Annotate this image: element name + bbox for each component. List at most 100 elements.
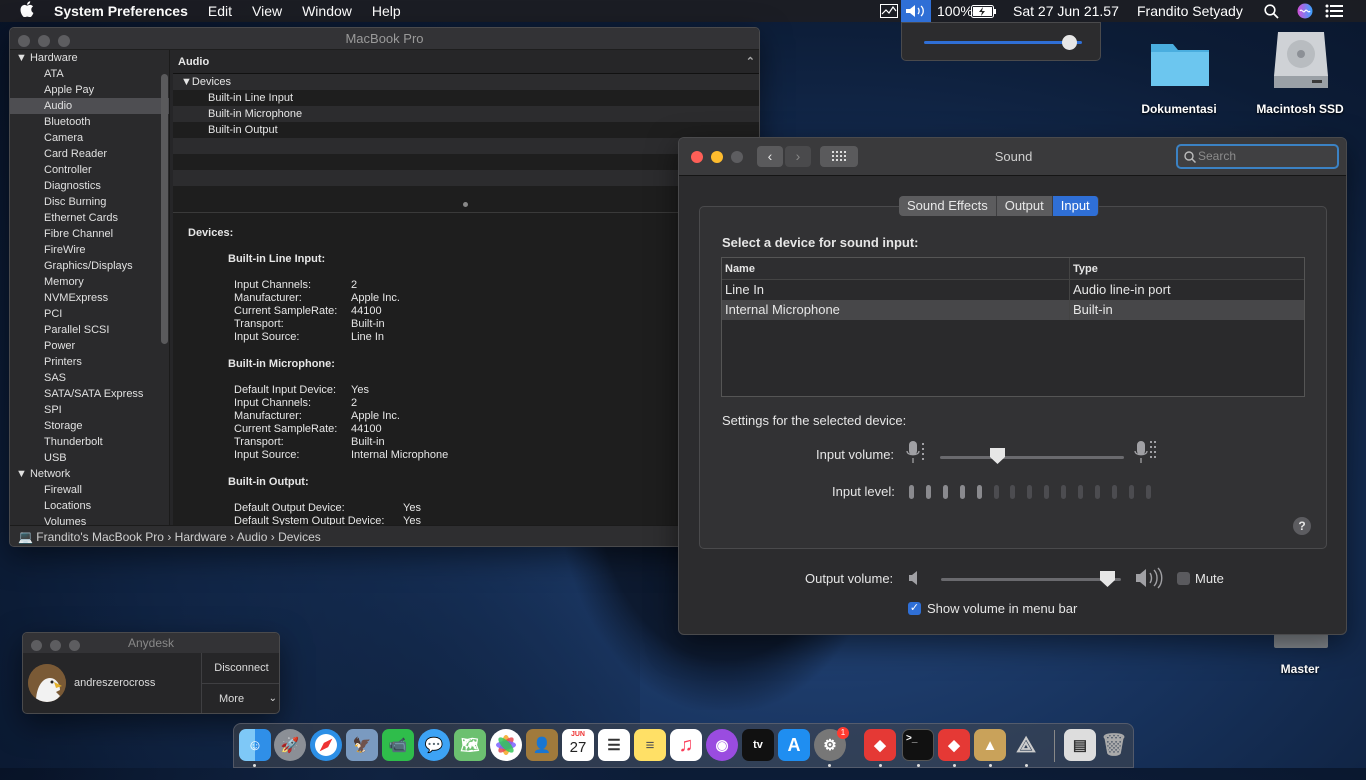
master-drive-icon[interactable] <box>1274 634 1328 648</box>
sidebar-item[interactable]: Card Reader <box>10 146 169 162</box>
tree-item[interactable]: Built-in Line Input <box>173 90 759 106</box>
sidebar-item[interactable]: Storage <box>10 418 169 434</box>
sidebar-item[interactable]: FireWire <box>10 242 169 258</box>
column-type[interactable]: Type <box>1070 258 1098 279</box>
tab-output[interactable]: Output <box>996 196 1053 216</box>
sidebar-item[interactable]: Audio <box>10 98 169 114</box>
master-label[interactable]: Master <box>1260 662 1340 676</box>
battery-icon[interactable] <box>971 0 997 22</box>
menu-view[interactable]: View <box>242 3 292 19</box>
split-handle-icon[interactable] <box>463 202 468 207</box>
macintosh-ssd-drive-icon[interactable] <box>1272 30 1330 95</box>
finder-icon[interactable]: ☺ <box>239 729 271 761</box>
app-store-icon[interactable]: A <box>778 729 810 761</box>
volume-popup-slider-knob[interactable] <box>1062 35 1078 50</box>
tab-input[interactable]: Input <box>1052 196 1099 216</box>
sidebar-item[interactable]: Fibre Channel <box>10 226 169 242</box>
menu-edit[interactable]: Edit <box>198 3 242 19</box>
close-button[interactable] <box>18 35 30 47</box>
directory-utility-icon[interactable]: ⟁ <box>1010 729 1042 761</box>
app-menu-system-preferences[interactable]: System Preferences <box>44 3 198 19</box>
menu-window[interactable]: Window <box>292 3 362 19</box>
disclosure-triangle-icon[interactable]: ▼ <box>181 76 192 88</box>
disclosure-triangle-icon[interactable]: ▼ <box>16 52 30 64</box>
tab-sound-effects[interactable]: Sound Effects <box>899 196 997 216</box>
sidebar-item[interactable]: Power <box>10 338 169 354</box>
sidebar-item[interactable]: Bluetooth <box>10 114 169 130</box>
output-volume-slider-knob[interactable] <box>1099 571 1115 587</box>
show-volume-checkbox[interactable]: ✓ <box>908 602 921 615</box>
collapse-chevron-icon[interactable]: ⌃ <box>746 50 755 74</box>
help-button[interactable]: ? <box>1293 517 1311 535</box>
sidebar-item[interactable]: Diagnostics <box>10 178 169 194</box>
spotlight-search-icon[interactable] <box>1264 0 1279 22</box>
sidebar-item[interactable]: USB <box>10 450 169 466</box>
input-volume-slider-knob[interactable] <box>990 448 1006 464</box>
apple-menu-icon[interactable] <box>0 0 44 22</box>
search-input[interactable]: Search <box>1176 144 1339 169</box>
sidebar-item[interactable]: Disc Burning <box>10 194 169 210</box>
music-icon[interactable]: ♫ <box>670 729 702 761</box>
menu-clock[interactable]: Sat 27 Jun 21.57 <box>1013 0 1119 22</box>
sidebar-item[interactable]: Apple Pay <box>10 82 169 98</box>
downloads-stack-icon[interactable]: ▤ <box>1064 729 1096 761</box>
calendar-icon[interactable]: JUN 27 <box>562 729 594 761</box>
sidebar-item[interactable]: Memory <box>10 274 169 290</box>
sidebar-item[interactable]: Camera <box>10 130 169 146</box>
anydesk-client-icon[interactable]: ◆ <box>938 729 970 761</box>
tree-root-devices[interactable]: ▼Devices <box>173 74 759 90</box>
facetime-icon[interactable]: 📹 <box>382 729 414 761</box>
sidebar-item[interactable]: Printers <box>10 354 169 370</box>
notification-center-icon[interactable] <box>1325 0 1343 22</box>
terminal-icon[interactable]: >_ <box>902 729 934 761</box>
disclosure-triangle-icon[interactable]: ▼ <box>16 468 30 480</box>
launchpad-icon[interactable]: 🚀 <box>274 729 306 761</box>
tree-item[interactable]: Built-in Microphone <box>173 106 759 122</box>
sidebar-item[interactable]: Controller <box>10 162 169 178</box>
mute-checkbox[interactable] <box>1177 572 1190 585</box>
breadcrumb-item[interactable]: Hardware <box>175 530 227 544</box>
photos-icon[interactable] <box>490 729 522 761</box>
volume-menu-icon[interactable] <box>901 0 931 22</box>
anydesk-dock-icon[interactable]: ◆ <box>864 729 896 761</box>
more-button[interactable]: More ⌄ <box>202 684 279 713</box>
sidebar-item[interactable]: Volumes <box>10 514 169 525</box>
sidebar-item[interactable]: SPI <box>10 402 169 418</box>
sidebar-section[interactable]: ▼ Network <box>10 466 169 482</box>
tree-item[interactable]: Built-in Output <box>173 122 759 138</box>
apple-tv-icon[interactable]: tv <box>742 729 774 761</box>
preview-icon[interactable]: 🦅 <box>346 729 378 761</box>
sidebar-item[interactable]: Thunderbolt <box>10 434 169 450</box>
table-row[interactable]: Internal Microphone Built-in <box>722 300 1304 320</box>
siri-icon[interactable] <box>1297 0 1313 22</box>
close-button[interactable] <box>31 640 42 651</box>
menu-user[interactable]: Frandito Setyady <box>1137 0 1243 22</box>
messages-icon[interactable]: 💬 <box>418 729 450 761</box>
archive-utility-icon[interactable]: ▲ <box>974 729 1006 761</box>
maps-icon[interactable]: 🗺 <box>454 729 486 761</box>
breadcrumb-item[interactable]: Devices <box>278 530 321 544</box>
notes-icon[interactable]: ≡ <box>634 729 666 761</box>
breadcrumb-item[interactable]: Frandito's MacBook Pro <box>36 530 164 544</box>
disconnect-button[interactable]: Disconnect <box>202 653 279 684</box>
sidebar-item[interactable]: PCI <box>10 306 169 322</box>
sidebar-item[interactable]: Ethernet Cards <box>10 210 169 226</box>
activity-monitor-icon[interactable] <box>880 0 898 22</box>
table-row[interactable]: Line In Audio line-in port <box>722 280 1304 300</box>
podcasts-icon[interactable]: ◉ <box>706 729 738 761</box>
minimize-button[interactable] <box>50 640 61 651</box>
sidebar-item[interactable]: Locations <box>10 498 169 514</box>
zoom-button[interactable] <box>58 35 70 47</box>
contacts-icon[interactable]: 👤 <box>526 729 558 761</box>
dokumentasi-label[interactable]: Dokumentasi <box>1138 102 1220 116</box>
zoom-button[interactable] <box>69 640 80 651</box>
sidebar-item[interactable]: SATA/SATA Express <box>10 386 169 402</box>
column-name[interactable]: Name <box>722 258 1070 279</box>
sidebar-item[interactable]: NVMExpress <box>10 290 169 306</box>
trash-icon[interactable]: 🗑 <box>1098 729 1130 761</box>
safari-icon[interactable] <box>310 729 342 761</box>
sidebar-item[interactable]: ATA <box>10 66 169 82</box>
menu-help[interactable]: Help <box>362 3 411 19</box>
dokumentasi-folder-icon[interactable] <box>1149 36 1211 91</box>
sidebar-section[interactable]: ▼ Hardware <box>10 50 169 66</box>
